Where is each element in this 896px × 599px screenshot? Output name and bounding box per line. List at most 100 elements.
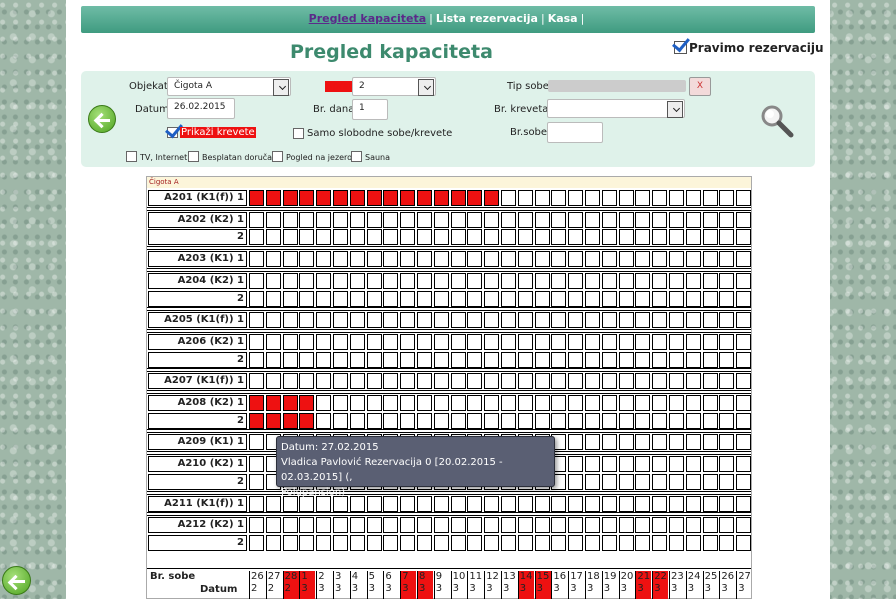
day-cell[interactable] bbox=[585, 534, 600, 551]
booked-day-cell[interactable] bbox=[467, 190, 483, 206]
day-cell[interactable] bbox=[702, 473, 718, 490]
day-cell[interactable] bbox=[417, 229, 432, 246]
day-cell[interactable] bbox=[534, 534, 550, 551]
prikazi-krevete-checkbox[interactable] bbox=[165, 119, 183, 139]
day-cell[interactable] bbox=[484, 395, 500, 411]
day-cell[interactable] bbox=[551, 333, 567, 350]
day-cell[interactable] bbox=[366, 534, 382, 551]
day-cell[interactable] bbox=[484, 272, 500, 289]
day-cell[interactable] bbox=[433, 312, 449, 329]
day-cell[interactable] bbox=[333, 534, 348, 551]
booked-day-cell[interactable] bbox=[299, 412, 315, 429]
day-cell[interactable] bbox=[719, 534, 735, 551]
booked-day-cell[interactable] bbox=[484, 190, 500, 206]
day-cell[interactable] bbox=[652, 412, 668, 429]
day-cell[interactable] bbox=[433, 534, 449, 551]
day-cell[interactable] bbox=[333, 351, 348, 368]
day-cell[interactable] bbox=[585, 351, 600, 368]
day-cell[interactable] bbox=[333, 412, 348, 429]
day-cell[interactable] bbox=[366, 517, 382, 534]
day-cell[interactable] bbox=[249, 229, 264, 246]
booked-day-cell[interactable] bbox=[249, 412, 264, 429]
day-cell[interactable] bbox=[551, 517, 567, 534]
day-cell[interactable] bbox=[551, 229, 567, 246]
day-cell[interactable] bbox=[736, 312, 752, 329]
booked-day-cell[interactable] bbox=[349, 190, 365, 206]
day-cell[interactable] bbox=[635, 351, 651, 368]
day-cell[interactable] bbox=[669, 373, 684, 390]
day-cell[interactable] bbox=[568, 534, 584, 551]
day-cell[interactable] bbox=[517, 312, 533, 329]
br-kreveta-select[interactable] bbox=[547, 99, 685, 118]
day-cell[interactable] bbox=[282, 251, 298, 268]
feature-checkbox[interactable] bbox=[272, 151, 283, 162]
day-cell[interactable] bbox=[349, 272, 365, 289]
day-cell[interactable] bbox=[585, 229, 600, 246]
day-cell[interactable] bbox=[366, 229, 382, 246]
day-cell[interactable] bbox=[349, 312, 365, 329]
day-cell[interactable] bbox=[669, 395, 684, 411]
day-cell[interactable] bbox=[618, 412, 634, 429]
day-cell[interactable] bbox=[249, 434, 264, 451]
day-cell[interactable] bbox=[501, 373, 516, 390]
day-cell[interactable] bbox=[249, 211, 264, 228]
day-cell[interactable] bbox=[585, 251, 600, 268]
day-cell[interactable] bbox=[366, 395, 382, 411]
day-cell[interactable] bbox=[282, 211, 298, 228]
day-cell[interactable] bbox=[534, 312, 550, 329]
day-cell[interactable] bbox=[467, 290, 483, 307]
day-cell[interactable] bbox=[719, 190, 735, 206]
day-cell[interactable] bbox=[433, 373, 449, 390]
day-cell[interactable] bbox=[517, 373, 533, 390]
day-cell[interactable] bbox=[736, 456, 752, 473]
day-cell[interactable] bbox=[652, 434, 668, 451]
day-cell[interactable] bbox=[736, 534, 752, 551]
day-cell[interactable] bbox=[349, 251, 365, 268]
day-cell[interactable] bbox=[417, 272, 432, 289]
day-cell[interactable] bbox=[417, 517, 432, 534]
day-cell[interactable] bbox=[282, 333, 298, 350]
booked-day-cell[interactable] bbox=[265, 412, 281, 429]
feature-pogled-na-jezero[interactable]: Pogled na jezero bbox=[272, 151, 352, 162]
day-cell[interactable] bbox=[719, 517, 735, 534]
day-cell[interactable] bbox=[568, 312, 584, 329]
day-cell[interactable] bbox=[719, 434, 735, 451]
feature-checkbox[interactable] bbox=[126, 151, 137, 162]
booked-day-cell[interactable] bbox=[299, 395, 315, 411]
day-cell[interactable] bbox=[652, 495, 668, 512]
day-cell[interactable] bbox=[299, 517, 315, 534]
day-cell[interactable] bbox=[484, 534, 500, 551]
day-cell[interactable] bbox=[736, 251, 752, 268]
day-cell[interactable] bbox=[333, 373, 348, 390]
day-cell[interactable] bbox=[316, 412, 332, 429]
datum-input[interactable]: 26.02.2015 bbox=[167, 98, 235, 119]
day-cell[interactable] bbox=[585, 495, 600, 512]
day-cell[interactable] bbox=[282, 290, 298, 307]
day-cell[interactable] bbox=[366, 373, 382, 390]
day-cell[interactable] bbox=[299, 272, 315, 289]
day-cell[interactable] bbox=[685, 229, 701, 246]
day-cell[interactable] bbox=[249, 312, 264, 329]
day-cell[interactable] bbox=[450, 229, 466, 246]
day-cell[interactable] bbox=[618, 333, 634, 350]
day-cell[interactable] bbox=[601, 373, 617, 390]
day-cell[interactable] bbox=[517, 534, 533, 551]
day-cell[interactable] bbox=[736, 190, 752, 206]
day-cell[interactable] bbox=[333, 251, 348, 268]
day-cell[interactable] bbox=[467, 229, 483, 246]
day-cell[interactable] bbox=[635, 517, 651, 534]
day-cell[interactable] bbox=[366, 211, 382, 228]
day-cell[interactable] bbox=[249, 373, 264, 390]
day-cell[interactable] bbox=[299, 211, 315, 228]
day-cell[interactable] bbox=[702, 373, 718, 390]
day-cell[interactable] bbox=[366, 290, 382, 307]
day-cell[interactable] bbox=[618, 351, 634, 368]
day-cell[interactable] bbox=[417, 534, 432, 551]
day-cell[interactable] bbox=[719, 312, 735, 329]
day-cell[interactable] bbox=[400, 373, 416, 390]
day-cell[interactable] bbox=[601, 312, 617, 329]
nav-kasa[interactable]: Kasa bbox=[548, 12, 578, 25]
day-cell[interactable] bbox=[618, 456, 634, 473]
day-cell[interactable] bbox=[719, 412, 735, 429]
day-cell[interactable] bbox=[349, 395, 365, 411]
